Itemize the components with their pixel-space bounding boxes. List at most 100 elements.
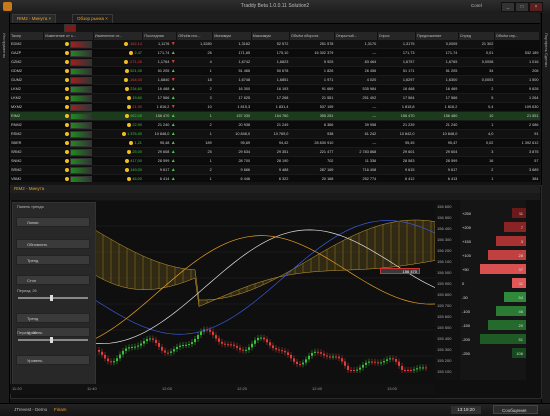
value-cell: — [334, 102, 378, 112]
candle-body [224, 343, 226, 345]
table-row[interactable]: GUM2 -164,03 1,6840 ▼ 18 1,6748 1,6851 1 971 4… [10, 75, 540, 85]
column-header[interactable]: Объём спр... [494, 32, 540, 40]
table-row[interactable]: SRM2 149,00 9 617 ▲ 2 9 666 9 488 287 169 716 … [10, 165, 540, 175]
panel-item[interactable]: Обновлять [16, 239, 90, 249]
panel-item[interactable]: Стоп [16, 275, 90, 285]
column-header[interactable]: Спред [458, 32, 495, 40]
orderbook-row[interactable]: +100 28 [460, 250, 526, 260]
price-axis-label: 155 100 [437, 369, 452, 374]
orderbook-row[interactable]: +50 37 [460, 264, 526, 274]
left-side-panel[interactable]: Инструменты [0, 13, 10, 403]
candle-body [290, 354, 292, 359]
candle-body [320, 352, 322, 354]
value-cell: 2 [458, 165, 495, 175]
chart-toolbar[interactable] [10, 193, 540, 200]
messages-button[interactable]: Сообщения [493, 405, 538, 414]
column-header[interactable]: Максимум [251, 32, 290, 40]
change-value-cell: 21,90 [93, 102, 143, 112]
orderbook-row[interactable]: -100 46 [460, 306, 526, 316]
table-row[interactable]: MXM2 21,90 1 816,2 ▼ 10 1 815,3 1 831,4 537 1… [10, 102, 540, 112]
candle-body [146, 339, 148, 342]
value-cell: 1 [176, 66, 213, 76]
orderbook-row[interactable]: -200 51 [460, 334, 526, 344]
value-cell: 1 826 [289, 66, 335, 76]
tab-chart[interactable]: RIM2 - Минута × [12, 14, 57, 23]
table-row[interactable]: RIM2 962,05 156 470 ▲ 1 157 030 154 760 355 2… [10, 111, 540, 121]
orderbook-row[interactable]: 0 11 [460, 278, 526, 288]
down-arrow-icon: ▼ [169, 41, 176, 47]
column-header[interactable]: Тикер [10, 32, 45, 40]
column-header[interactable]: Предложение [415, 32, 459, 40]
table-row[interactable]: LKM2 19,60 17 566 ▲ 3 17 625 17 268 21 551 251… [10, 93, 540, 103]
candle-body [131, 347, 133, 349]
panel-item[interactable]: Уровень [16, 355, 90, 365]
flag-icon[interactable] [64, 24, 76, 32]
candle-body [176, 346, 178, 350]
column-header[interactable]: Объём пос... [176, 32, 214, 40]
value-cell: 29 604 [415, 147, 459, 157]
right-side-panel[interactable]: Портфель Сделки [541, 13, 550, 403]
price-axis-label: 156 300 [437, 237, 452, 242]
column-header[interactable]: Спрос [377, 32, 417, 40]
panel-item[interactable]: Линии [16, 217, 90, 227]
close-icon[interactable]: × [529, 2, 543, 12]
value-cell: 1 831,4 [251, 102, 290, 112]
price-chart[interactable] [95, 200, 435, 384]
column-header[interactable]: Объём оборота [289, 32, 335, 40]
market-table[interactable]: Тикер Изменение от з... Изменение от... Пос… [10, 32, 540, 182]
column-header[interactable]: Минимум [212, 32, 252, 40]
left-side-label[interactable]: Инструменты [2, 33, 7, 58]
right-side-label[interactable]: Портфель Сделки [544, 33, 549, 67]
candle-body [296, 361, 298, 364]
orderbook-row[interactable]: +200 7 [460, 222, 526, 232]
orderbook-row[interactable]: -150 20 [460, 320, 526, 330]
user-name[interactable]: Corel [471, 3, 482, 8]
panel-item[interactable]: Тренд [16, 313, 90, 323]
panel-item[interactable]: Тренд [16, 255, 90, 265]
trend-panel-title: Панель тренда [17, 205, 44, 209]
orderbook-row[interactable]: +250 11 [460, 208, 526, 218]
value-cell: 1,6823 [251, 57, 290, 67]
price-axis-label: 155 200 [437, 358, 452, 363]
column-header[interactable]: Открытый... [334, 32, 378, 40]
table-row[interactable]: RNM2 22,90 21 240 ▲ 2 20 938 21 249 6 366 39 9… [10, 120, 540, 130]
candle-body [269, 342, 271, 346]
order-book[interactable]: +250 11 +200 7 +150 3 +100 28 +50 37 0 11 -50 54 -100 4… [460, 200, 526, 380]
ticker-cell: SRM2 [10, 147, 44, 157]
candle-body [125, 348, 127, 351]
slider-knob[interactable] [50, 295, 53, 301]
tab-market-overview[interactable]: Обзор рынка × [72, 14, 113, 23]
column-header[interactable]: Последняя [142, 32, 178, 40]
value-cell: — [334, 48, 378, 58]
value-cell: 21 302 [458, 40, 495, 49]
table-row[interactable]: EDM2 -162,14 1,1176 ▼ 1,3280 1,3162 52 572 25… [10, 40, 540, 49]
change-cell [43, 156, 94, 166]
table-row[interactable]: VBM2 46,00 6 414 ▲ 1 6 446 6 322 20 168 252 77… [10, 174, 540, 182]
table-row[interactable]: SRM2 25,00 29 608 ▲ 25 29 634 29 351 221 477 2… [10, 147, 540, 157]
table-row[interactable]: GZM2 -271,26 1,1764 ▼ 4 1,6742 1,6823 5 925 83… [10, 57, 540, 67]
value-cell: 21 239 [377, 120, 416, 130]
price-axis: 156 600 156 500 156 400 156 300 156 200 156 1… [435, 200, 459, 380]
table-row[interactable]: RSM2 1 376,00 10 848,0 ▲ 1 10 848,0 10 769,0… [10, 129, 540, 139]
slider-knob[interactable] [50, 337, 53, 343]
column-header[interactable]: Изменение от... [93, 32, 144, 40]
maximize-icon[interactable]: □ [515, 2, 529, 12]
table-row[interactable]: GAZP 2,47 171,74 ▲ 26 171,65 175,10 16 302 37… [10, 48, 540, 58]
table-row[interactable]: SNM2 417,00 28 599 ▲ 1 28 700 28 190 702 11 33… [10, 156, 540, 166]
change-bar [70, 76, 93, 84]
period-slider[interactable] [18, 337, 88, 343]
orderbook-row[interactable]: -250 106 [460, 348, 526, 358]
column-header[interactable]: Изменение от з... [43, 32, 94, 40]
price-axis-label: 156 600 [437, 204, 452, 209]
last-price-cell: 6 414 ▲ [142, 174, 177, 182]
trend-panel[interactable]: Панель тренда Линии Обновлять Тренд Стоп Тре… [12, 202, 96, 390]
orderbook-row[interactable]: -50 54 [460, 292, 526, 302]
orderbook-row[interactable]: +150 3 [460, 236, 526, 246]
table-row[interactable]: LKM2 234,60 16 468 ▲ 2 16 300 16 193 91 669 53… [10, 84, 540, 94]
value-cell: 1 971 [289, 75, 335, 85]
candle-body [380, 362, 382, 364]
table-row[interactable]: SBER 1,21 95,48 ▲ 189 95,69 94,42 28 830 910—… [10, 138, 540, 148]
minimize-icon[interactable]: _ [501, 2, 515, 12]
period-slider[interactable] [18, 295, 88, 301]
table-row[interactable]: GDM2 521,05 51 205 ▲ 1 51 466 50 678 1 826 26 … [10, 66, 540, 76]
